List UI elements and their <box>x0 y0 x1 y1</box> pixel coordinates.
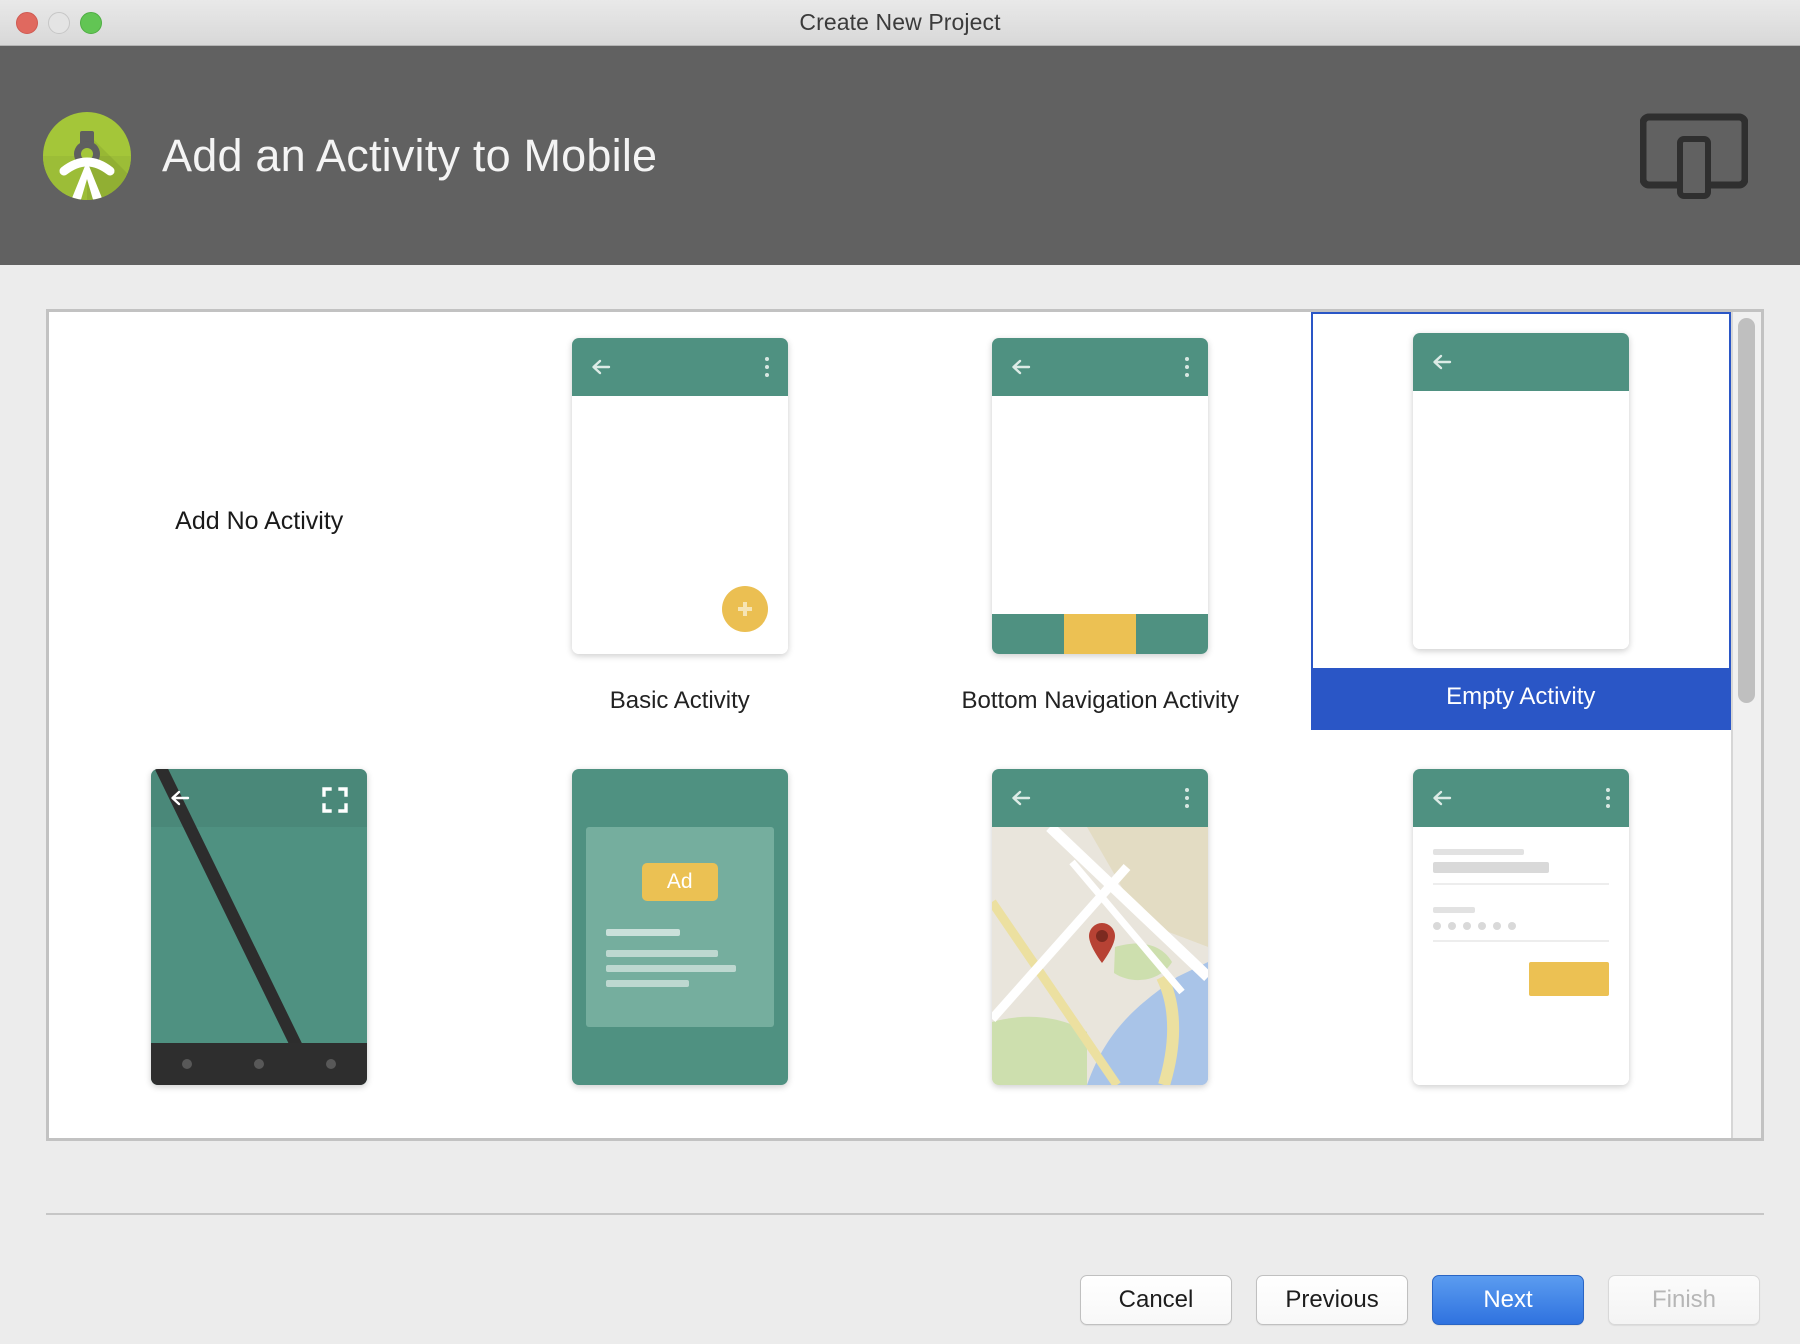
app-bar <box>571 338 788 396</box>
maximize-window-button[interactable] <box>80 12 102 34</box>
activity-template-grid: Add No Activity Basic Activity Bottom Na… <box>49 312 1731 1138</box>
login-form-preview <box>1412 827 1629 1085</box>
activity-card-label <box>49 1124 470 1144</box>
activity-card-empty-activity[interactable]: Empty Activity <box>1310 312 1731 730</box>
activity-card-label: Bottom Navigation Activity <box>961 687 1239 714</box>
email-label-placeholder <box>1432 849 1525 855</box>
placeholder-text-lines <box>586 901 774 995</box>
back-arrow-icon <box>588 354 614 380</box>
dialog-footer: Cancel Previous Next Finish <box>0 1256 1800 1344</box>
activity-card-bottom-navigation-activity[interactable]: Bottom Navigation Activity <box>890 312 1311 730</box>
back-arrow-icon <box>1008 785 1034 811</box>
password-dots <box>1432 922 1609 930</box>
map-preview <box>992 827 1209 1085</box>
app-bar <box>1412 769 1629 827</box>
activity-gallery-frame: Add No Activity Basic Activity Bottom Na… <box>46 309 1764 1141</box>
activity-card-label <box>1311 1124 1732 1144</box>
overflow-menu-icon <box>764 357 769 377</box>
cancel-button[interactable]: Cancel <box>1080 1275 1232 1325</box>
activity-card-login-activity[interactable] <box>1311 730 1732 1144</box>
gallery-vertical-scrollbar[interactable] <box>1731 312 1761 1138</box>
phone-mock <box>992 769 1209 1085</box>
password-field-underline <box>1432 940 1609 942</box>
overflow-menu-icon <box>1185 357 1190 377</box>
window-title: Create New Project <box>799 9 1001 35</box>
back-arrow-icon <box>167 785 193 811</box>
floating-action-button-icon <box>721 586 768 632</box>
activity-card-admob-ads-activity[interactable]: Ad <box>470 730 891 1144</box>
phone-mock <box>1412 333 1629 649</box>
fullscreen-expand-icon <box>321 786 349 814</box>
thumbnail-bottom-navigation-activity <box>890 312 1311 680</box>
close-window-button[interactable] <box>16 12 38 34</box>
ad-content-card: Ad <box>585 827 774 1027</box>
thumbnail-login-activity <box>1311 730 1732 1124</box>
phone-mock <box>992 338 1209 654</box>
activity-card-label: Basic Activity <box>609 687 750 714</box>
window-titlebar: Create New Project <box>0 0 1800 46</box>
next-button[interactable]: Next <box>1432 1275 1584 1325</box>
create-new-project-dialog: Create New Project Add an Activity to Mo… <box>0 0 1800 1344</box>
minimize-window-button[interactable] <box>48 12 70 34</box>
app-bar <box>1412 333 1629 391</box>
sign-in-button-placeholder <box>1528 962 1609 996</box>
phone-mock <box>571 338 788 654</box>
activity-card-label <box>470 1124 891 1144</box>
dialog-body: Add No Activity Basic Activity Bottom Na… <box>0 265 1800 1256</box>
back-arrow-icon <box>1429 785 1455 811</box>
back-arrow-icon <box>1008 354 1034 380</box>
thumbnail-basic-activity <box>470 312 891 680</box>
email-value-placeholder <box>1432 862 1549 873</box>
password-label-placeholder <box>1432 907 1475 913</box>
dialog-header: Add an Activity to Mobile <box>0 46 1800 265</box>
ad-badge: Ad <box>641 863 718 901</box>
phone-mock <box>1412 769 1629 1085</box>
thumbnail-empty-activity <box>1313 314 1730 668</box>
system-navigation-bar <box>151 1043 368 1085</box>
email-field-underline <box>1432 883 1609 885</box>
page-title: Add an Activity to Mobile <box>162 129 658 181</box>
overflow-menu-icon <box>1605 788 1610 808</box>
thumbnail-admob-ads-activity: Ad <box>470 730 891 1124</box>
activity-card-add-no-activity[interactable]: Add No Activity <box>49 312 470 730</box>
scrollbar-thumb[interactable] <box>1738 318 1755 703</box>
phone-mock: Ad <box>571 769 788 1085</box>
overflow-menu-icon <box>1185 788 1190 808</box>
content-area <box>1412 391 1629 649</box>
traffic-light-group <box>16 0 102 46</box>
tablet-and-phone-icon <box>1639 113 1749 199</box>
activity-card-google-maps-activity[interactable] <box>890 730 1311 1144</box>
activity-card-label <box>890 1124 1311 1144</box>
phone-mock <box>151 769 368 1085</box>
thumbnail-placeholder: Add No Activity <box>49 312 470 730</box>
activity-card-label: Empty Activity <box>1312 668 1729 728</box>
back-arrow-icon <box>1429 349 1455 375</box>
bottom-navigation-bar <box>992 614 1209 654</box>
content-area <box>992 396 1209 654</box>
activity-card-fullscreen-activity[interactable] <box>49 730 470 1144</box>
footer-divider <box>46 1213 1764 1215</box>
previous-button[interactable]: Previous <box>1256 1275 1408 1325</box>
app-bar <box>992 769 1209 827</box>
thumbnail-fullscreen-activity <box>49 730 470 1124</box>
app-bar <box>992 338 1209 396</box>
content-area <box>571 396 788 654</box>
android-studio-logo-icon <box>40 109 134 203</box>
finish-button: Finish <box>1608 1275 1760 1325</box>
thumbnail-google-maps-activity <box>890 730 1311 1124</box>
activity-card-label: Add No Activity <box>175 506 344 535</box>
activity-card-basic-activity[interactable]: Basic Activity <box>470 312 891 730</box>
